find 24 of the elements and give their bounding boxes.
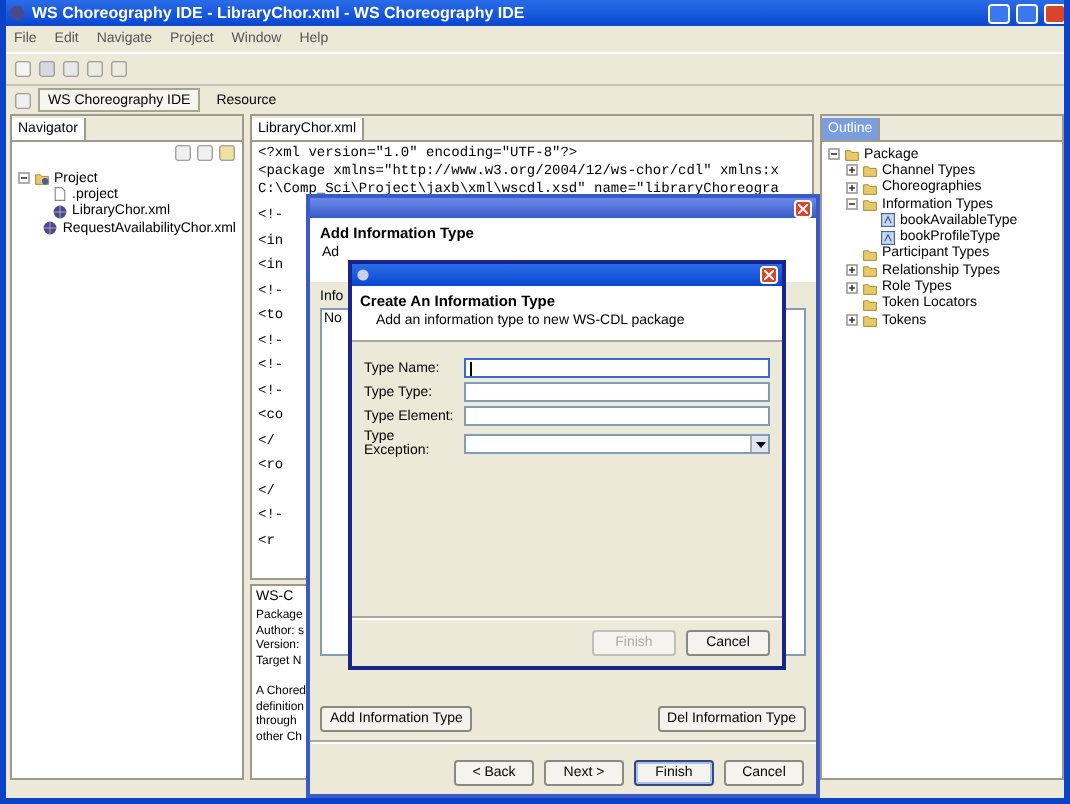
- collapse-toggle-icon[interactable]: [18, 172, 30, 185]
- expand-toggle-icon[interactable]: [846, 281, 858, 294]
- project-icon: [34, 170, 50, 187]
- window-title: WS Choreography IDE - LibraryChor.xml - WS Choreography IDE: [32, 4, 527, 22]
- close-button[interactable]: [1044, 3, 1064, 23]
- collapse-toggle-icon[interactable]: [828, 148, 840, 161]
- dropdown-field[interactable]: [464, 434, 770, 454]
- collapse-toggle-icon[interactable]: [846, 198, 858, 211]
- expand-toggle-icon[interactable]: [846, 181, 858, 194]
- expand-toggle-icon[interactable]: [846, 314, 858, 327]
- dropdown-arrow-icon[interactable]: [750, 436, 768, 452]
- maximize-button[interactable]: [1016, 3, 1038, 23]
- globe-icon: [42, 220, 59, 237]
- file-icon: [52, 186, 68, 203]
- input-field[interactable]: [464, 406, 770, 426]
- app-icon: [356, 268, 370, 282]
- app-icon: [8, 4, 26, 22]
- close-button[interactable]: [794, 199, 812, 217]
- expand-toggle-icon[interactable]: [846, 264, 858, 277]
- close-button[interactable]: [760, 266, 778, 284]
- expand-toggle-icon[interactable]: [846, 164, 858, 177]
- input-field[interactable]: [464, 382, 770, 402]
- input-field[interactable]: [464, 358, 770, 378]
- minimize-button[interactable]: [988, 3, 1010, 23]
